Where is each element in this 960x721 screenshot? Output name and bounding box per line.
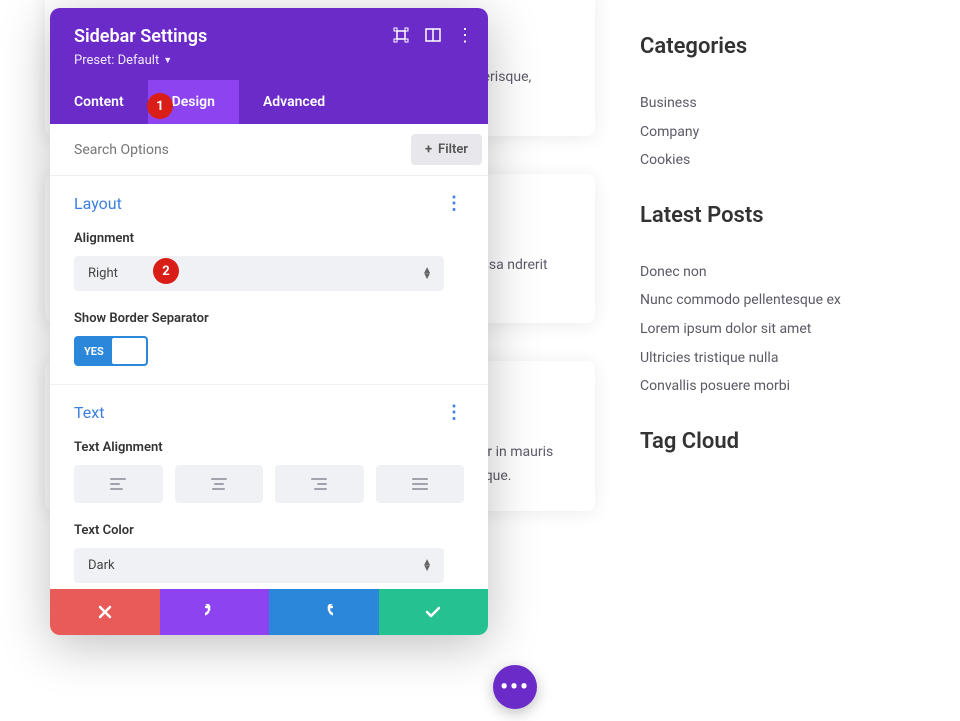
check-icon (425, 605, 441, 619)
toggle-yes-label: YES (76, 345, 112, 358)
text-color-value: Dark (88, 558, 115, 573)
text-title: Text (74, 403, 104, 422)
section-menu-icon[interactable]: ⋮ (445, 199, 464, 208)
align-justify-button[interactable] (376, 465, 465, 503)
alignment-select[interactable]: Right ▲▼ (74, 256, 444, 291)
alignment-value: Right (88, 266, 118, 281)
confirm-button[interactable] (379, 589, 489, 635)
preset-label: Preset: Default (74, 53, 159, 68)
more-icon[interactable]: ⋮ (456, 26, 474, 44)
undo-icon (205, 604, 223, 620)
layout-title: Layout (74, 194, 122, 213)
plus-icon: + (425, 142, 432, 157)
align-right-button[interactable] (275, 465, 364, 503)
settings-modal: Sidebar Settings Preset: Default ▼ ⋮ Con… (50, 8, 488, 635)
ellipsis-icon: ••• (500, 675, 530, 700)
list-item[interactable]: Donec non (640, 258, 920, 287)
fab-more[interactable]: ••• (493, 665, 537, 709)
split-view-icon[interactable] (424, 26, 442, 44)
modal-header-actions: ⋮ (392, 26, 474, 44)
filter-label: Filter (438, 142, 468, 157)
list-item[interactable]: Cookies (640, 146, 920, 175)
latest-posts-list: Donec non Nunc commodo pellentesque ex L… (640, 258, 920, 401)
cancel-button[interactable] (50, 589, 160, 635)
select-caret-icon: ▲▼ (422, 560, 432, 572)
section-menu-icon[interactable]: ⋮ (445, 408, 464, 417)
text-color-label: Text Color (74, 523, 464, 538)
close-icon (98, 605, 112, 619)
border-label: Show Border Separator (74, 311, 464, 326)
latest-posts-heading: Latest Posts (640, 203, 920, 228)
toggle-knob (112, 338, 146, 364)
tag-cloud-heading: Tag Cloud (640, 429, 920, 454)
categories-heading: Categories (640, 34, 920, 59)
tabs: Content Design Advanced (50, 80, 488, 124)
expand-icon[interactable] (392, 26, 410, 44)
text-alignment-label: Text Alignment (74, 440, 464, 455)
tab-content[interactable]: Content (50, 80, 148, 124)
text-alignment-buttons (74, 465, 464, 503)
categories-list: Business Company Cookies (640, 89, 920, 175)
list-item[interactable]: Ultricies tristique nulla (640, 344, 920, 373)
undo-button[interactable] (160, 589, 270, 635)
list-item[interactable]: Nunc commodo pellentesque ex (640, 286, 920, 315)
border-toggle[interactable]: YES (74, 336, 148, 366)
align-left-button[interactable] (74, 465, 163, 503)
annotation-1: 1 (147, 93, 173, 119)
list-item[interactable]: Lorem ipsum dolor sit amet (640, 315, 920, 344)
search-input[interactable] (74, 142, 411, 158)
list-item[interactable]: Company (640, 118, 920, 147)
filter-button[interactable]: + Filter (411, 134, 482, 165)
sidebar-preview: Categories Business Company Cookies Late… (640, 0, 960, 514)
tab-advanced[interactable]: Advanced (239, 80, 349, 124)
modal-footer (50, 589, 488, 635)
text-section: Text ⋮ Text Alignment Text Color Dark ▲▼ (50, 385, 488, 589)
redo-icon (315, 604, 333, 620)
redo-button[interactable] (269, 589, 379, 635)
select-caret-icon: ▲▼ (422, 268, 432, 280)
annotation-2: 2 (153, 258, 179, 284)
modal-header: Sidebar Settings Preset: Default ▼ ⋮ (50, 8, 488, 80)
layout-section: Layout ⋮ Alignment Right ▲▼ Show Border … (50, 176, 488, 385)
list-item[interactable]: Business (640, 89, 920, 118)
preset-selector[interactable]: Preset: Default ▼ (74, 53, 464, 68)
align-center-button[interactable] (175, 465, 264, 503)
list-item[interactable]: Convallis posuere morbi (640, 372, 920, 401)
alignment-label: Alignment (74, 231, 464, 246)
search-row: + Filter (50, 124, 488, 176)
text-color-select[interactable]: Dark ▲▼ (74, 548, 444, 583)
chevron-down-icon: ▼ (163, 55, 172, 66)
